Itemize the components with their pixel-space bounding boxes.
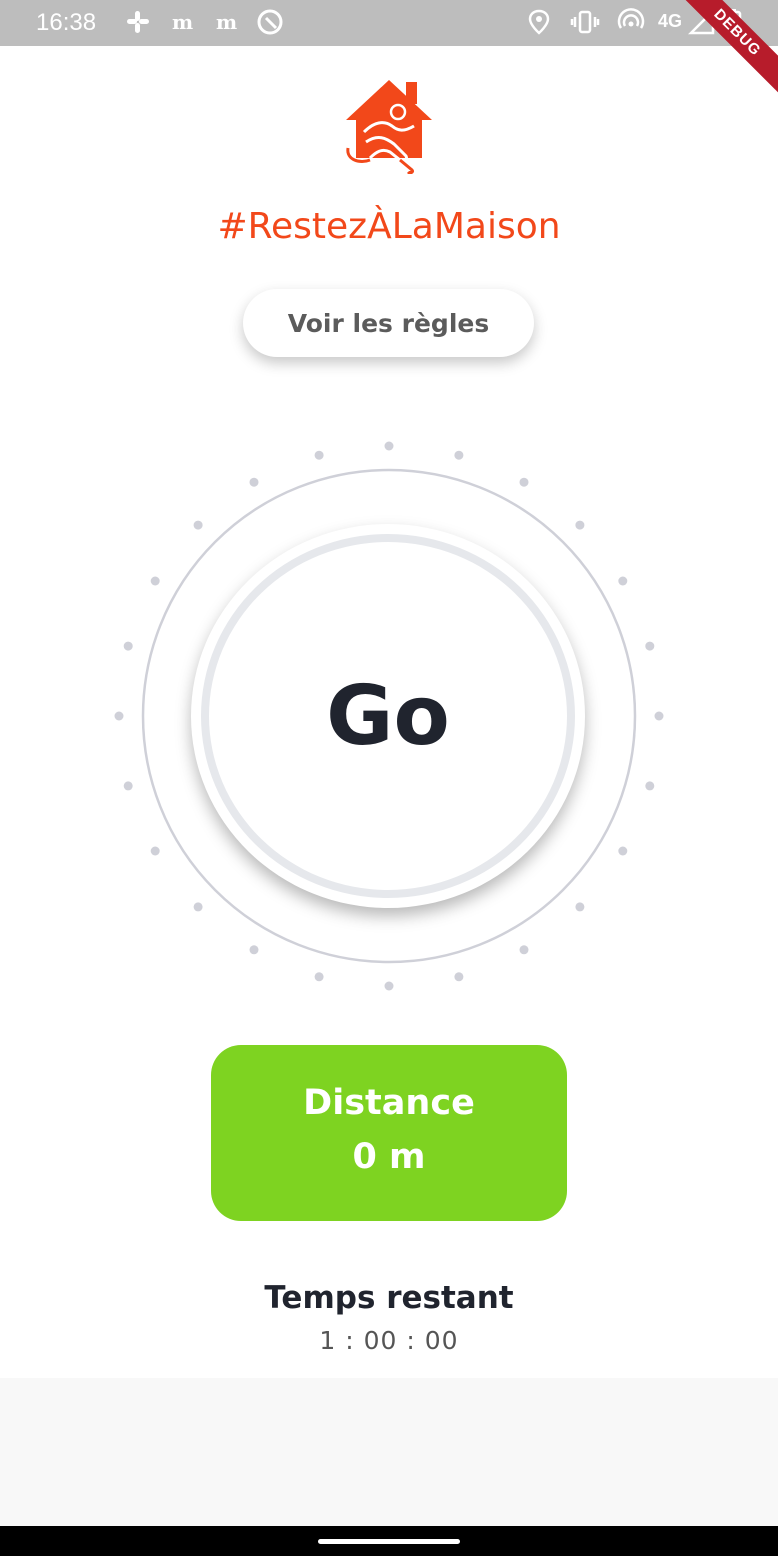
le-monde-icon: m [216, 10, 237, 34]
tick-dot [150, 576, 160, 586]
location-icon [528, 9, 550, 35]
tick-dot [123, 781, 133, 791]
slack-icon [127, 11, 149, 33]
vibrate-icon [570, 10, 600, 34]
tick-dot [249, 945, 259, 955]
tick-dot [645, 781, 655, 791]
tick-dot [519, 477, 529, 487]
le-monde-icon: m [172, 10, 193, 34]
distance-title: Distance [303, 1083, 475, 1123]
house-runner-logo-icon [346, 80, 432, 174]
distance-value: 0 m [352, 1137, 426, 1177]
tick-dot [654, 711, 664, 721]
distance-card: Distance 0 m [211, 1045, 567, 1221]
tick-dot [618, 576, 628, 586]
go-button[interactable]: Go [191, 524, 585, 908]
network-type: 4G [658, 11, 683, 31]
time-remaining-value: 1 : 00 : 00 [319, 1326, 459, 1355]
tick-dot [150, 846, 160, 856]
bottom-area [0, 1378, 778, 1526]
tick-dot [384, 981, 394, 991]
tick-dot [249, 477, 259, 487]
tick-dot [645, 641, 655, 651]
tick-dot [454, 972, 464, 982]
go-label: Go [326, 668, 450, 764]
navigation-bar [0, 1526, 778, 1556]
tick-dot [314, 450, 324, 460]
tick-dot [193, 902, 203, 912]
tick-dot [114, 711, 124, 721]
home-indicator[interactable] [318, 1539, 460, 1544]
time-remaining-title: Temps restant [264, 1280, 514, 1316]
tick-dot [384, 441, 394, 451]
tick-dot [454, 450, 464, 460]
tick-dot [519, 945, 529, 955]
svg-text:m: m [172, 10, 193, 34]
tick-dot [575, 902, 585, 912]
app-title: #RestezÀLaMaison [217, 206, 561, 247]
tick-dot [575, 520, 585, 530]
view-rules-button[interactable]: Voir les règles [243, 289, 534, 357]
tick-dot [123, 641, 133, 651]
svg-text:m: m [216, 10, 237, 34]
tick-dot [618, 846, 628, 856]
hotspot-icon [617, 8, 645, 29]
tick-dot [193, 520, 203, 530]
status-time: 16:38 [36, 9, 97, 36]
q-icon [257, 9, 283, 35]
tick-dot [314, 972, 324, 982]
status-bar: 16:38 m m 4G [0, 0, 778, 46]
